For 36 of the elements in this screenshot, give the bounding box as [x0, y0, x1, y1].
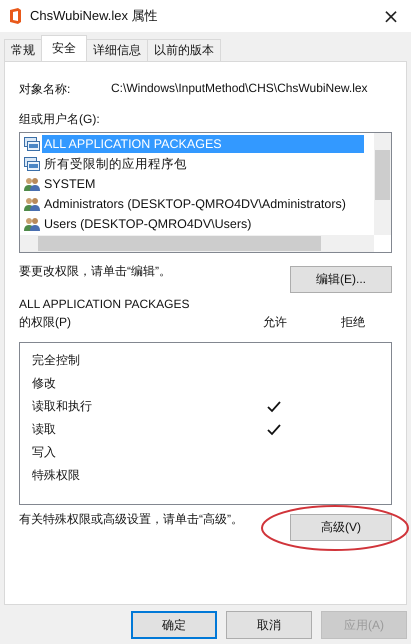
- tab[interactable]: 安全: [41, 35, 87, 61]
- dialog-button[interactable]: 确定: [131, 611, 217, 639]
- groups-label: 组或用户名(G):: [19, 111, 101, 128]
- permission-name: 写入: [32, 444, 57, 461]
- package-icon: [24, 157, 40, 171]
- permission-name: 完全控制: [32, 352, 81, 369]
- package-icon: [24, 137, 40, 151]
- document-icon: [8, 8, 22, 24]
- permission-name: 修改: [32, 375, 57, 392]
- horizontal-scrollbar[interactable]: [20, 235, 374, 252]
- advanced-hint: 有关特殊权限或高级设置，请单击“高级”。: [19, 511, 243, 528]
- permission-name: 特殊权限: [32, 467, 81, 484]
- edit-button[interactable]: 编辑(E)...: [290, 266, 392, 293]
- permission-name: 读取和执行: [32, 398, 93, 415]
- vertical-scrollbar[interactable]: [374, 133, 391, 235]
- users-icon: [24, 197, 40, 211]
- user-list-item[interactable]: Users (DESKTOP-QMRO4DV\Users): [20, 214, 372, 234]
- user-list-item[interactable]: Administrators (DESKTOP-QMRO4DV\Administrators): [20, 194, 372, 214]
- allow-header: 允许: [262, 314, 288, 331]
- user-list-item[interactable]: SYSTEM: [20, 174, 372, 194]
- users-icon: [24, 217, 40, 231]
- deny-header: 拒绝: [340, 314, 366, 331]
- permissions-label: 的权限(P): [19, 314, 72, 331]
- object-name-label: 对象名称:: [19, 81, 72, 97]
- advanced-button[interactable]: 高级(V): [290, 514, 392, 541]
- dialog-button[interactable]: 取消: [226, 611, 312, 639]
- object-path: C:\Windows\InputMethod\CHS\ChsWubiNew.lex: [111, 81, 368, 97]
- users-icon: [24, 177, 40, 191]
- window-title: ChsWubiNew.lex 属性: [30, 7, 159, 25]
- tab[interactable]: 以前的版本: [147, 39, 221, 61]
- permissions-subject: ALL APPLICATION PACKAGES: [19, 297, 191, 311]
- permission-name: 读取: [32, 421, 57, 438]
- close-button[interactable]: ×: [371, 0, 411, 32]
- tab[interactable]: 常规: [4, 39, 42, 61]
- user-list-item[interactable]: 所有受限制的应用程序包: [20, 154, 372, 174]
- edit-hint: 要更改权限，请单击“编辑”。: [19, 263, 171, 280]
